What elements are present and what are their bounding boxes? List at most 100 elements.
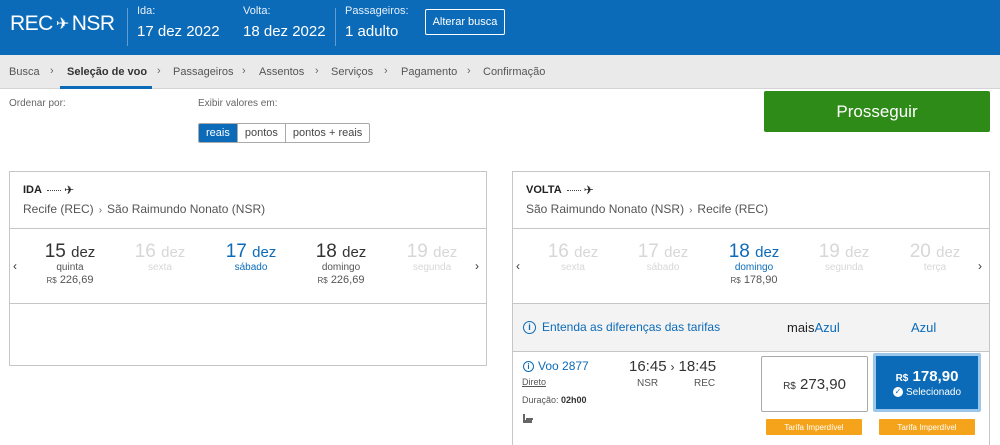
- day-number: 18: [728, 241, 750, 262]
- currency: R$: [895, 372, 909, 384]
- day-weekday: domingo: [321, 262, 361, 273]
- toggle-option-pontos-reais[interactable]: pontos + reais: [284, 124, 369, 142]
- fare-tier-mais-azul: maisAzul: [787, 320, 840, 335]
- day-weekday: quinta: [56, 262, 84, 273]
- day-weekday: domingo: [734, 262, 774, 273]
- outbound-day-17[interactable]: 17 dez sábado: [209, 241, 293, 273]
- header-divider: [127, 8, 128, 46]
- price-value: 226,69: [59, 274, 94, 286]
- flight-number: Voo 2877: [538, 359, 589, 373]
- flight-duration: Duração: 02h00: [522, 395, 587, 405]
- passengers-value: 1 adulto: [345, 23, 399, 40]
- outbound-date-label: Ida:: [137, 5, 156, 17]
- sort-label: Ordenar por:: [9, 98, 66, 109]
- prev-date-arrow-icon[interactable]: ‹: [516, 259, 520, 273]
- day-month: dez: [161, 244, 186, 261]
- day-month: dez: [664, 244, 689, 261]
- fare-differences-text: Entenda as diferenças das tarifas: [542, 320, 721, 334]
- breadcrumb-item-busca[interactable]: Busca: [9, 66, 40, 78]
- active-step-indicator: [60, 86, 152, 89]
- currency: R$: [317, 276, 328, 285]
- route-from: São Raimundo Nonato (NSR): [526, 202, 685, 216]
- day-month: dez: [252, 244, 277, 261]
- day-number: 19: [818, 241, 840, 262]
- day-price: R$ 226,69: [28, 274, 112, 286]
- fare-tier-azul: Azul: [911, 320, 937, 335]
- outbound-panel: IDA ✈ Recife (REC) › São Raimundo Nonato (…: [9, 171, 487, 366]
- return-day-19: 19 dez segunda: [802, 241, 886, 273]
- chevron-right-icon: ›: [467, 65, 471, 77]
- plane-icon: ✈: [55, 16, 69, 33]
- toggle-option-reais[interactable]: reais: [199, 124, 237, 142]
- chevron-right-icon: ›: [384, 65, 388, 77]
- day-number: 16: [134, 241, 156, 262]
- route-title: REC ✈ NSR: [10, 12, 115, 36]
- arrival-airport: REC: [694, 378, 716, 389]
- chevron-right-icon: ›: [670, 360, 675, 374]
- direction-label: VOLTA: [526, 184, 562, 196]
- day-month: dez: [71, 244, 96, 261]
- day-number: 18: [315, 241, 337, 262]
- display-values-label: Exibir valores em:: [198, 98, 278, 109]
- route-from: Recife (REC): [23, 202, 94, 216]
- chevron-right-icon: ›: [157, 65, 161, 77]
- header-divider: [335, 8, 336, 46]
- passengers-block: Passageiros: 1 adulto: [345, 5, 409, 40]
- toggle-option-pontos[interactable]: pontos: [236, 124, 285, 142]
- currency-toggle: reais pontos pontos + reais: [198, 123, 371, 143]
- fare-differences-link[interactable]: i Entenda as diferenças das tarifas: [523, 320, 720, 334]
- day-weekday: sexta: [561, 262, 585, 273]
- flight-number-link[interactable]: i Voo 2877: [523, 359, 589, 373]
- day-month: dez: [342, 244, 367, 261]
- return-day-18[interactable]: 18 dez domingo R$ 178,90: [712, 241, 796, 286]
- outbound-date-block: Ida: 17 dez 2022: [137, 5, 220, 40]
- fare-option-mais-azul[interactable]: R$ 273,90: [761, 356, 868, 412]
- return-direction: VOLTA ✈: [526, 183, 594, 197]
- tier-prefix: mais: [787, 320, 815, 335]
- chevron-right-icon: ›: [50, 65, 54, 77]
- day-weekday: terça: [923, 262, 947, 273]
- flight-type-link[interactable]: Direto: [522, 377, 546, 387]
- departure-airport: NSR: [637, 378, 659, 389]
- outbound-direction: IDA ✈: [23, 183, 74, 197]
- day-number: 17: [637, 241, 659, 262]
- info-circle-icon: i: [523, 360, 534, 372]
- return-panel: VOLTA ✈ São Raimundo Nonato (NSR) › Recife…: [512, 171, 990, 445]
- day-month: dez: [755, 244, 780, 261]
- duration-label: Duração:: [522, 395, 559, 405]
- destination-code: NSR: [71, 12, 115, 35]
- breadcrumb-item-assentos: Assentos: [259, 66, 305, 78]
- info-circle-icon: i: [523, 320, 536, 334]
- outbound-date-carousel: ‹ 15 dez quinta R$ 226,69 16 dez sexta 1…: [10, 229, 486, 304]
- fare-types-bar: i Entenda as diferenças das tarifas mais…: [513, 304, 989, 352]
- day-month: dez: [936, 244, 961, 261]
- breadcrumb-item-confirmacao: Confirmação: [483, 66, 546, 78]
- day-number: 19: [406, 241, 428, 262]
- day-number: 15: [44, 241, 66, 262]
- next-date-arrow-icon[interactable]: ›: [978, 259, 982, 273]
- currency: R$: [46, 276, 57, 285]
- flight-row: i Voo 2877 Direto Duração: 02h00 16:45 › 1…: [513, 353, 989, 445]
- proceed-button[interactable]: Prosseguir: [764, 91, 990, 132]
- route-to: Recife (REC): [697, 202, 769, 216]
- fare-option-azul[interactable]: R$ 178,90 ✓ Selecionado: [873, 353, 981, 412]
- day-weekday: sexta: [148, 262, 172, 273]
- prev-date-arrow-icon[interactable]: ‹: [13, 259, 17, 273]
- outbound-day-15[interactable]: 15 dez quinta R$ 226,69: [28, 241, 112, 286]
- day-month: dez: [574, 244, 599, 261]
- next-date-arrow-icon[interactable]: ›: [475, 259, 479, 273]
- day-weekday: segunda: [412, 262, 452, 273]
- departure-time: 16:45: [629, 358, 667, 375]
- breadcrumb-item-passageiros: Passageiros: [173, 66, 234, 78]
- duration-value: 02h00: [561, 395, 587, 405]
- outbound-day-18[interactable]: 18 dez domingo R$ 226,69: [299, 241, 383, 286]
- tier-brand: Azul: [814, 320, 840, 335]
- breadcrumb-item-servicos: Serviços: [331, 66, 374, 78]
- return-date-block: Volta: 18 dez 2022: [243, 5, 326, 40]
- return-date-carousel: ‹ 16 dez sexta 17 dez sábado 18 dez domi…: [513, 229, 989, 304]
- chevron-right-icon: ›: [689, 205, 693, 216]
- day-weekday: sábado: [646, 262, 680, 273]
- breadcrumb-item-selecao-de-voo: Seleção de voo: [67, 66, 148, 78]
- chevron-right-icon: ›: [98, 205, 103, 216]
- change-search-button[interactable]: Alterar busca: [425, 9, 505, 35]
